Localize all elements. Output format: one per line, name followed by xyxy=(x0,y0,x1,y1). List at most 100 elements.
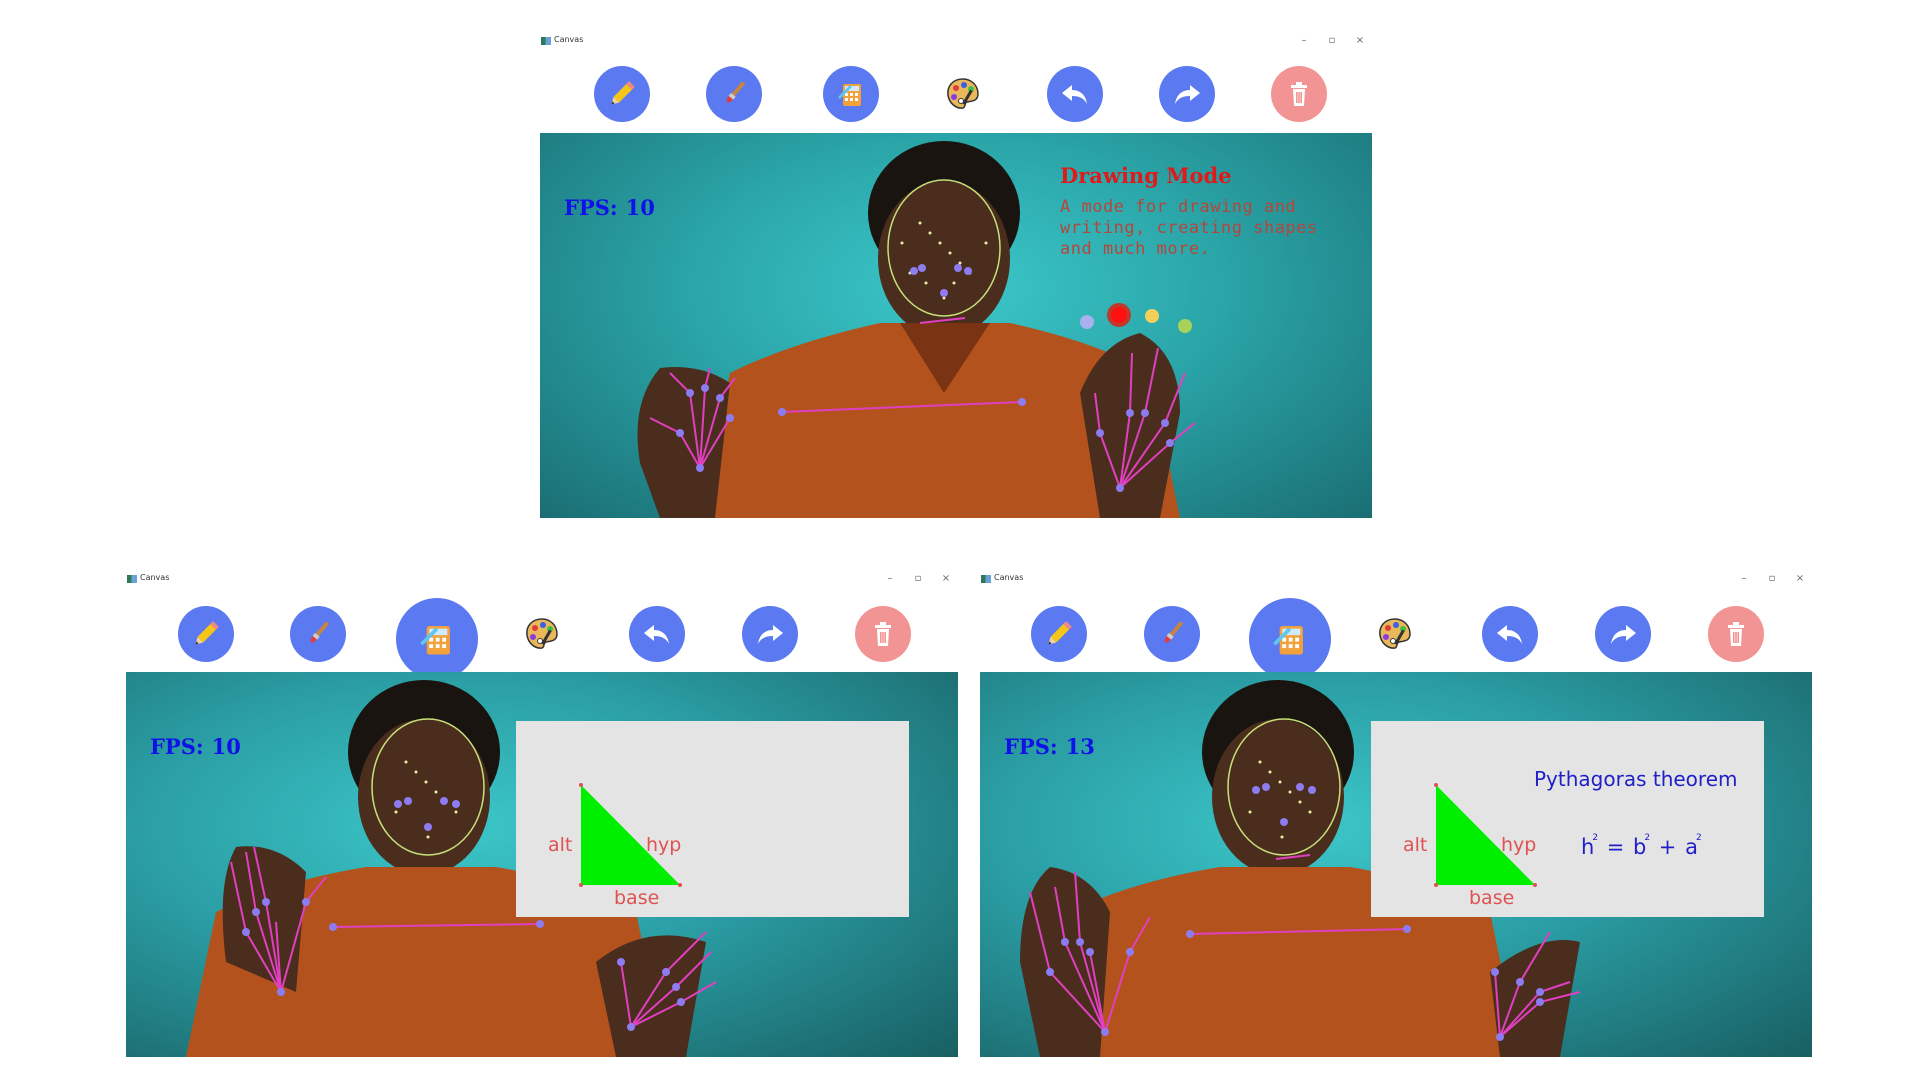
fps-value: 13 xyxy=(1065,734,1095,759)
camera-feed[interactable]: FPS: 13 alt hyp base Pythagoras theorem h… xyxy=(980,672,1812,1057)
undo-button[interactable] xyxy=(1482,606,1538,662)
pencil-icon xyxy=(611,81,635,105)
brush-tool-button[interactable] xyxy=(706,66,762,122)
delete-button[interactable] xyxy=(855,606,911,662)
palette-tool-button[interactable] xyxy=(1367,606,1423,662)
right-triangle xyxy=(579,783,682,887)
pencil-tool-button[interactable] xyxy=(178,606,234,662)
redo-icon xyxy=(758,625,783,644)
fps-counter: FPS: 10 xyxy=(150,734,249,759)
canvas-window-top: Canvas – ▫ × FPS: 10 Drawing Mode A mode… xyxy=(538,30,1374,520)
formula-equals: = xyxy=(1606,835,1626,859)
undo-button[interactable] xyxy=(1047,66,1103,122)
maximize-button[interactable]: ▫ xyxy=(1318,32,1346,50)
calculator-tool-button-active[interactable] xyxy=(1249,598,1331,680)
title-bar[interactable]: Canvas – ▫ × xyxy=(538,30,1374,52)
app-icon xyxy=(981,575,991,583)
window-title: Canvas xyxy=(994,573,1024,582)
close-button[interactable]: × xyxy=(1346,32,1374,50)
camera-feed[interactable]: FPS: 10 Drawing Mode A mode for drawing a… xyxy=(540,133,1372,518)
base-label: base xyxy=(1469,887,1515,909)
calculator-icon xyxy=(1273,626,1303,655)
fps-value: 10 xyxy=(625,195,655,220)
base-label: base xyxy=(614,887,660,909)
right-triangle xyxy=(1434,783,1537,887)
brush-icon xyxy=(1164,621,1184,643)
redo-icon xyxy=(1175,85,1200,104)
fps-value: 10 xyxy=(211,734,241,759)
hypotenuse-label: hyp xyxy=(1501,834,1537,856)
undo-icon xyxy=(644,625,669,644)
brush-icon xyxy=(310,621,330,643)
app-icon xyxy=(541,37,551,45)
fps-counter: FPS: 10 xyxy=(564,195,663,220)
toolbar xyxy=(538,64,1374,124)
brush-tool-button[interactable] xyxy=(290,606,346,662)
redo-button[interactable] xyxy=(742,606,798,662)
toolbar xyxy=(978,598,1814,680)
redo-button[interactable] xyxy=(1595,606,1651,662)
fps-label: FPS: xyxy=(1004,734,1058,759)
app-icon xyxy=(127,575,137,583)
undo-icon xyxy=(1497,625,1522,644)
fps-label: FPS: xyxy=(564,195,618,220)
hypotenuse-label: hyp xyxy=(646,834,682,856)
pencil-tool-button[interactable] xyxy=(1031,606,1087,662)
trash-icon xyxy=(875,622,891,646)
minimize-button[interactable]: – xyxy=(876,570,904,588)
color-dot-yellow[interactable] xyxy=(1145,309,1159,323)
palette-tool-button[interactable] xyxy=(935,66,991,122)
pencil-icon xyxy=(195,621,219,645)
math-panel: alt hyp base Pythagoras theorem h2 = b2 … xyxy=(1371,721,1764,917)
canvas-window-bottom-left: Canvas – ▫ × FPS: 10 alt hyp base xyxy=(124,568,960,1058)
minimize-button[interactable]: – xyxy=(1730,570,1758,588)
window-title: Canvas xyxy=(554,35,584,44)
palette-icon xyxy=(526,618,558,649)
formula-plus: + xyxy=(1658,835,1678,859)
trash-icon xyxy=(1291,82,1307,106)
delete-button[interactable] xyxy=(1271,66,1327,122)
drawn-line xyxy=(778,398,1026,416)
color-dot-green[interactable] xyxy=(1178,319,1192,333)
formula-exp-a: 2 xyxy=(1695,833,1703,843)
title-bar[interactable]: Canvas – ▫ × xyxy=(978,568,1814,590)
close-button[interactable]: × xyxy=(932,570,960,588)
brush-tool-button[interactable] xyxy=(1144,606,1200,662)
fps-label: FPS: xyxy=(150,734,204,759)
altitude-label: alt xyxy=(548,834,573,856)
theorem-title: Pythagoras theorem xyxy=(1534,767,1738,791)
canvas-window-bottom-right: Canvas – ▫ × FPS: 13 alt hyp base Pythag… xyxy=(978,568,1814,1058)
math-panel: alt hyp base xyxy=(516,721,909,917)
close-button[interactable]: × xyxy=(1786,570,1814,588)
pythagoras-formula: h2 = b2 + a2 xyxy=(1581,833,1703,859)
formula-exp-b: 2 xyxy=(1644,833,1652,843)
undo-icon xyxy=(1062,85,1087,104)
altitude-label: alt xyxy=(1403,834,1428,856)
undo-button[interactable] xyxy=(629,606,685,662)
palette-icon xyxy=(1379,618,1411,649)
redo-button[interactable] xyxy=(1159,66,1215,122)
window-title: Canvas xyxy=(140,573,170,582)
redo-icon xyxy=(1611,625,1636,644)
calculator-icon xyxy=(838,84,861,106)
pencil-icon xyxy=(1048,621,1072,645)
fps-counter: FPS: 13 xyxy=(1004,734,1103,759)
palette-tool-button[interactable] xyxy=(514,606,570,662)
calculator-tool-button-active[interactable] xyxy=(396,598,478,680)
camera-feed[interactable]: FPS: 10 alt hyp base xyxy=(126,672,958,1057)
maximize-button[interactable]: ▫ xyxy=(904,570,932,588)
maximize-button[interactable]: ▫ xyxy=(1758,570,1786,588)
color-dot-red-selected[interactable] xyxy=(1111,307,1127,323)
calculator-tool-button[interactable] xyxy=(823,66,879,122)
calculator-icon xyxy=(420,626,450,655)
palette-icon xyxy=(947,78,979,109)
title-bar[interactable]: Canvas – ▫ × xyxy=(124,568,960,590)
brush-icon xyxy=(726,81,746,103)
delete-button[interactable] xyxy=(1708,606,1764,662)
mode-description: A mode for drawing and writing, creating… xyxy=(1060,197,1318,259)
pencil-tool-button[interactable] xyxy=(594,66,650,122)
toolbar xyxy=(124,598,960,680)
color-dot-lavender[interactable] xyxy=(1080,315,1094,329)
minimize-button[interactable]: – xyxy=(1290,32,1318,50)
formula-exp-h: 2 xyxy=(1592,833,1600,843)
